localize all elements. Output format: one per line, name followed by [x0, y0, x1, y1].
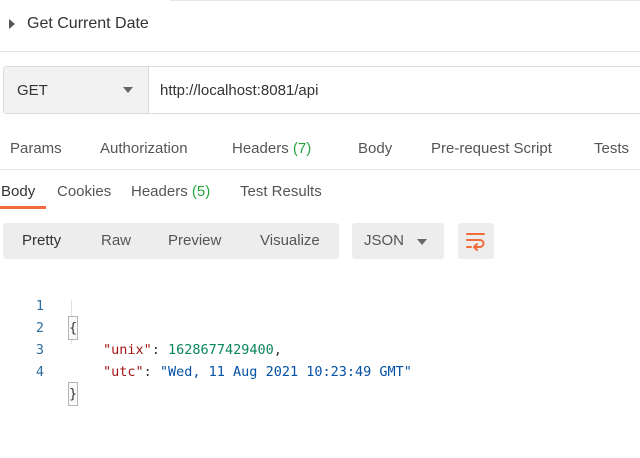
response-body-viewer[interactable]: 1 { 2 "unix": 1628677429400, 3 "utc": "W…: [0, 272, 640, 406]
code-line: 3 "utc": "Wed, 11 Aug 2021 10:23:49 GMT": [0, 317, 640, 380]
preview-button[interactable]: Preview: [168, 223, 221, 259]
json-entry-utc: "utc": "Wed, 11 Aug 2021 10:23:49 GMT": [103, 361, 412, 383]
tab-body[interactable]: Body: [358, 140, 392, 157]
line-number: 4: [35, 364, 44, 380]
tab-headers[interactable]: Headers (7): [232, 140, 311, 157]
language-select[interactable]: JSON: [352, 223, 444, 259]
tab-headers-label: Headers: [232, 140, 289, 157]
json-string-value: "Wed, 11 Aug 2021 10:23:49 GMT": [159, 364, 412, 380]
response-tab-cookies[interactable]: Cookies: [57, 183, 111, 200]
format-button-group: Pretty Raw Preview Visualize: [3, 223, 339, 259]
request-title[interactable]: Get Current Date: [27, 15, 149, 33]
code-line: 2 "unix": 1628677429400,: [0, 295, 640, 358]
title-divider: [170, 0, 640, 1]
postman-request-view: Get Current Date GET Params Authorizatio…: [0, 0, 640, 458]
response-tab-test-results[interactable]: Test Results: [240, 183, 322, 200]
tab-authorization[interactable]: Authorization: [100, 140, 188, 157]
active-tab-indicator: [0, 206, 46, 209]
method-label: GET: [17, 82, 48, 99]
response-tab-body[interactable]: Body: [1, 183, 35, 200]
url-bar: GET: [3, 66, 640, 114]
json-key: "utc": [103, 364, 144, 380]
tab-params[interactable]: Params: [10, 140, 62, 157]
response-tab-headers-label: Headers: [131, 183, 188, 200]
visualize-button[interactable]: Visualize: [260, 223, 320, 259]
code-line: 4 }: [0, 339, 640, 406]
close-brace: }: [67, 382, 79, 406]
headers-count-badge: (7): [292, 140, 312, 157]
code-line: 1 {: [0, 273, 640, 340]
wrap-lines-button[interactable]: [458, 223, 494, 259]
language-label: JSON: [364, 232, 405, 249]
caret-right-icon[interactable]: [9, 19, 15, 29]
request-title-bar: Get Current Date: [0, 0, 640, 52]
method-select[interactable]: GET: [4, 67, 149, 113]
chevron-down-icon: [417, 239, 427, 245]
tab-tests[interactable]: Tests: [594, 140, 629, 157]
chevron-down-icon: [123, 87, 133, 93]
url-input[interactable]: [150, 67, 630, 113]
pretty-button[interactable]: Pretty: [22, 223, 61, 259]
response-headers-count-badge: (5): [191, 183, 211, 200]
json-colon: :: [143, 364, 160, 380]
tab-pre-request-script[interactable]: Pre-request Script: [431, 140, 552, 157]
wrap-lines-icon: [466, 233, 485, 251]
raw-button[interactable]: Raw: [101, 223, 131, 259]
response-tabs: Body Cookies Headers (5) Test Results: [0, 170, 640, 210]
response-tab-headers[interactable]: Headers (5): [131, 183, 210, 200]
request-tabs: Params Authorization Headers (7) Body Pr…: [0, 127, 640, 170]
